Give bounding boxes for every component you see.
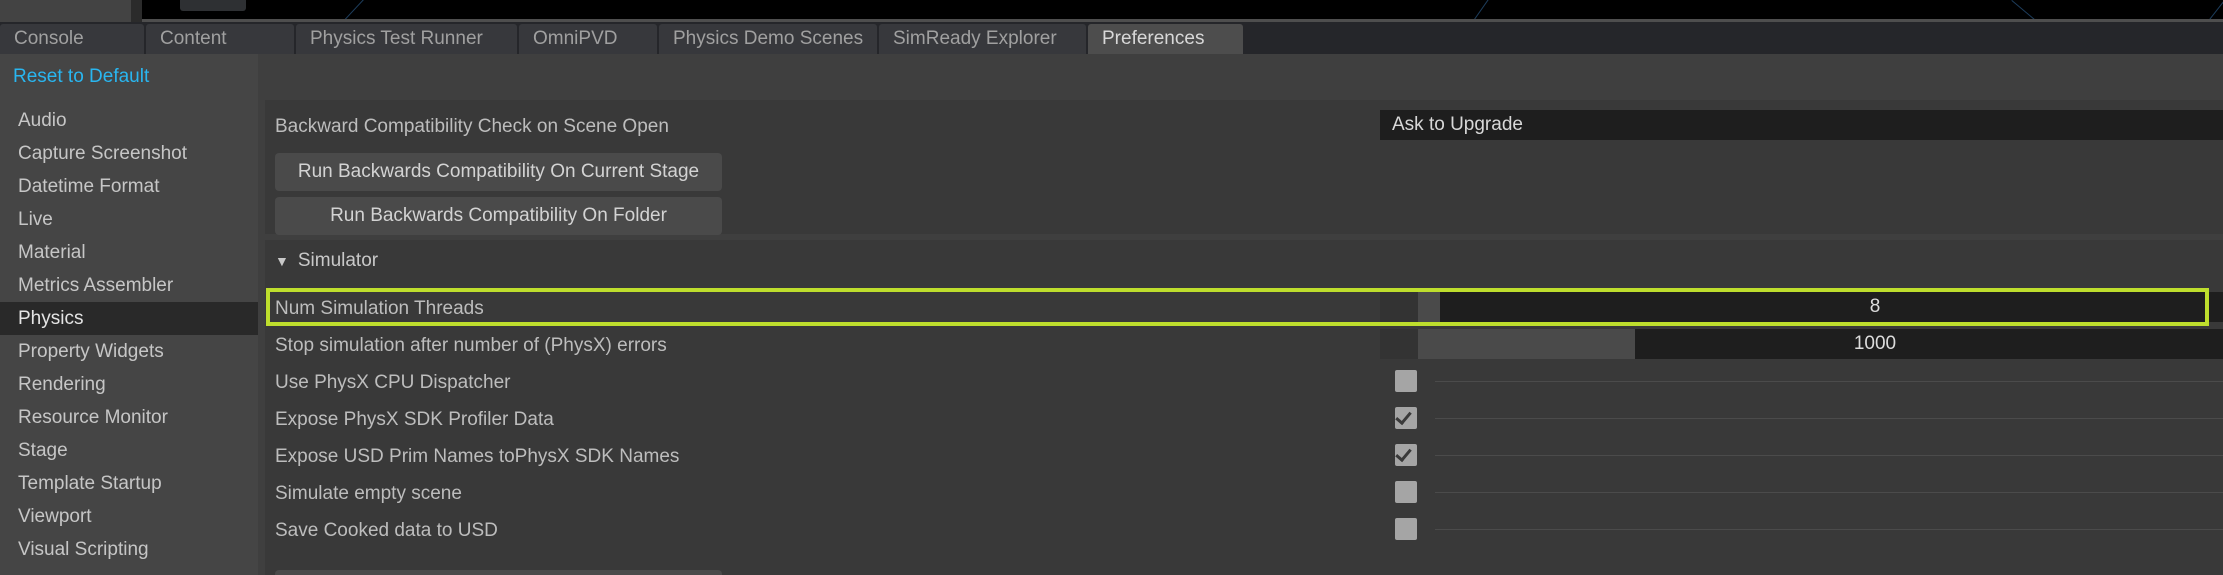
sidebar-item-capture-screenshot[interactable]: Capture Screenshot	[0, 137, 258, 170]
sidebar-item-viewport[interactable]: Viewport	[0, 500, 258, 533]
slider-fill	[1418, 329, 1636, 359]
simulator-section-header[interactable]: ▼ Simulator	[275, 250, 378, 272]
backward-compatibility-panel: Backward Compatibility Check on Scene Op…	[265, 100, 2223, 235]
chevron-down-icon: ▼	[275, 252, 289, 269]
sidebar-item-property-widgets[interactable]: Property Widgets	[0, 335, 258, 368]
sidebar-item-resource-monitor[interactable]: Resource Monitor	[0, 401, 258, 434]
slider-track-start	[1380, 292, 1418, 322]
check-icon	[1395, 444, 1412, 463]
row-label-num-simulation-threads: Num Simulation Threads	[275, 298, 484, 319]
sidebar-item-datetime-format[interactable]: Datetime Format	[0, 170, 258, 203]
run-backwards-compatibility-current-stage-button[interactable]: Run Backwards Compatibility On Current S…	[275, 153, 722, 191]
tab-omnipvd[interactable]: OmniPVD	[519, 24, 657, 54]
row-label-expose-usd-prim-names-tophysx-sdk-names: Expose USD Prim Names toPhysX SDK Names	[275, 446, 680, 467]
slider-fill	[1418, 292, 1440, 322]
run-backwards-compatibility-folder-button[interactable]: Run Backwards Compatibility On Folder	[275, 197, 722, 235]
row-label-expose-physx-sdk-profiler-data: Expose PhysX SDK Profiler Data	[275, 409, 554, 430]
slider-track-start	[1380, 329, 1418, 359]
slider-value-stop-simulation-after-number-of-physx-errors: 1000	[1853, 333, 1897, 354]
preferences-sidebar: Reset to Default Audio Capture Screenshot…	[0, 54, 258, 575]
reset-to-default-link[interactable]: Reset to Default	[13, 66, 149, 88]
simulator-section-label: Simulator	[297, 250, 379, 271]
partial-bottom-button[interactable]	[275, 570, 722, 575]
sidebar-item-audio[interactable]: Audio	[0, 104, 258, 137]
sidebar-item-visual-scripting[interactable]: Visual Scripting	[0, 533, 258, 566]
row-separator-line	[1435, 455, 2223, 456]
slider-stop-simulation-after-number-of-physx-errors[interactable]: 1000	[1380, 329, 2223, 359]
viewport-gap	[131, 0, 142, 22]
viewport-toolbar-button[interactable]	[180, 0, 246, 11]
sidebar-item-metrics-assembler[interactable]: Metrics Assembler	[0, 269, 258, 302]
row-label-save-cooked-data-to-usd: Save Cooked data to USD	[275, 520, 498, 541]
checkbox-use-physx-cpu-dispatcher[interactable]	[1395, 370, 1417, 392]
slider-value-num-simulation-threads: 8	[1869, 296, 1881, 317]
sidebar-item-live[interactable]: Live	[0, 203, 258, 236]
tab-bar: Console Content Physics Test Runner OmniPVD…	[0, 22, 2223, 54]
slider-num-simulation-threads[interactable]: 8	[1380, 292, 2223, 322]
check-icon	[1395, 407, 1412, 426]
tab-physics-test-runner[interactable]: Physics Test Runner	[296, 24, 517, 54]
sidebar-item-material[interactable]: Material	[0, 236, 258, 269]
tab-content[interactable]: Content	[146, 24, 294, 54]
viewport-left-pane	[0, 0, 131, 22]
tab-console[interactable]: Console	[0, 24, 144, 54]
row-separator-line	[1435, 492, 2223, 493]
sidebar-item-rendering[interactable]: Rendering	[0, 368, 258, 401]
simulator-panel: ▼ Simulator Num Simulation Threads 8 Stop s…	[265, 240, 2223, 575]
row-label-use-physx-cpu-dispatcher: Use PhysX CPU Dispatcher	[275, 372, 511, 393]
tab-preferences[interactable]: Preferences	[1088, 24, 1243, 54]
sidebar-item-stage[interactable]: Stage	[0, 434, 258, 467]
row-label-stop-simulation-after-number-of-physx-errors: Stop simulation after number of (PhysX) …	[275, 335, 667, 356]
viewport-strip	[0, 0, 2223, 22]
backward-compat-check-label: Backward Compatibility Check on Scene Op…	[275, 116, 669, 137]
checkbox-save-cooked-data-to-usd[interactable]	[1395, 518, 1417, 540]
preferences-window: Console Content Physics Test Runner OmniPVD…	[0, 0, 2223, 575]
backward-compat-check-dropdown[interactable]: Ask to Upgrade	[1380, 110, 2223, 140]
preferences-content: Backward Compatibility Check on Scene Op…	[258, 54, 2223, 575]
checkbox-simulate-empty-scene[interactable]	[1395, 481, 1417, 503]
tab-simready-explorer[interactable]: SimReady Explorer	[879, 24, 1086, 54]
row-separator-line	[1435, 418, 2223, 419]
sidebar-item-template-startup[interactable]: Template Startup	[0, 467, 258, 500]
row-separator-line	[1435, 529, 2223, 530]
sidebar-item-physics[interactable]: Physics	[0, 302, 258, 335]
checkbox-expose-usd-prim-names-tophysx-sdk-names[interactable]	[1395, 444, 1417, 466]
tab-physics-demo-scenes[interactable]: Physics Demo Scenes	[659, 24, 877, 54]
checkbox-expose-physx-sdk-profiler-data[interactable]	[1395, 407, 1417, 429]
row-label-simulate-empty-scene: Simulate empty scene	[275, 483, 462, 504]
row-separator-line	[1435, 381, 2223, 382]
